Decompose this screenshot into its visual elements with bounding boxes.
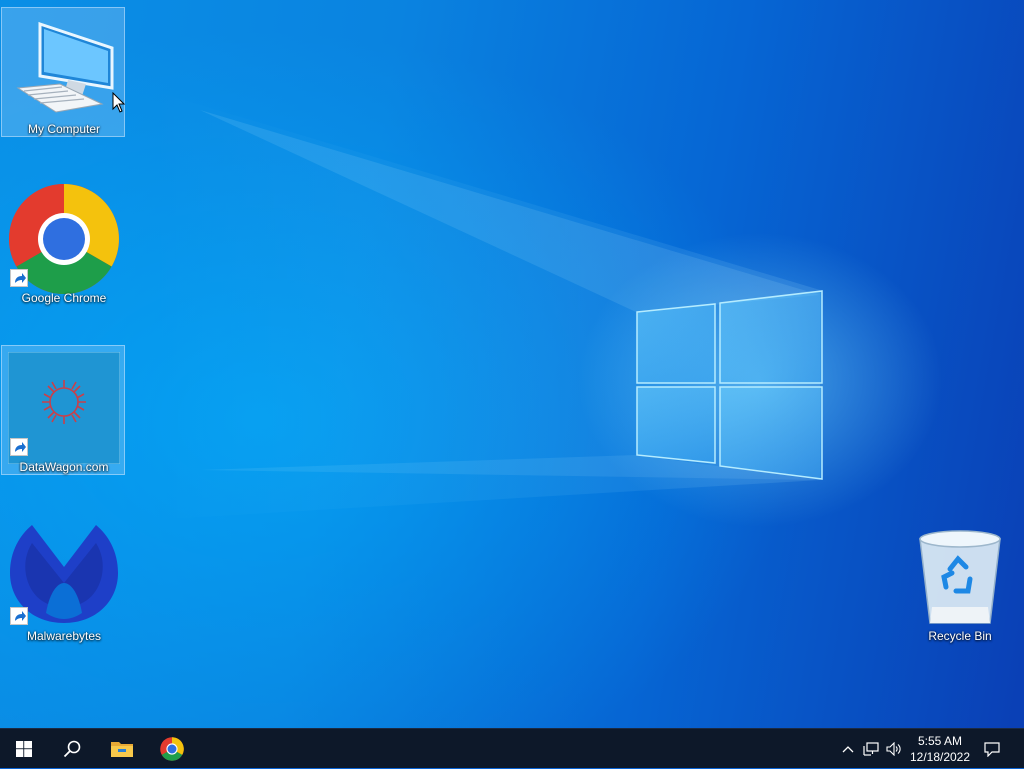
clock-date: 12/18/2022 <box>909 750 971 764</box>
windows-start-icon <box>16 741 32 757</box>
taskbar-clock[interactable]: 5:55 AM 12/18/2022 <box>900 729 980 769</box>
desktop-icon-label: Google Chrome <box>21 291 107 305</box>
taskbar-google-chrome[interactable] <box>148 729 196 769</box>
file-explorer-icon <box>111 742 133 757</box>
desktop-icon-label: Recycle Bin <box>928 629 992 643</box>
desktop-icon-label: DataWagon.com <box>19 460 109 474</box>
chrome-icon <box>160 737 184 761</box>
taskbar-file-explorer[interactable] <box>98 729 146 769</box>
search-icon <box>63 740 81 758</box>
desktop-icon-google-chrome[interactable]: Google Chrome <box>1 176 125 306</box>
wallpaper-windows-logo <box>150 90 823 520</box>
shortcut-arrow-icon <box>10 438 28 456</box>
search-button[interactable] <box>48 729 96 769</box>
notification-icon <box>984 741 1000 757</box>
network-icon <box>863 742 879 756</box>
desktop-icon-my-computer[interactable]: My Computer <box>1 7 125 137</box>
shortcut-arrow-icon <box>10 607 28 625</box>
action-center-button[interactable] <box>970 729 1014 769</box>
desktop-icon-recycle-bin[interactable]: Recycle Bin <box>897 514 1021 644</box>
computer-icon <box>16 21 114 113</box>
desktop[interactable]: My Computer Google Chrome DataWagon.com … <box>0 0 1024 728</box>
start-button[interactable] <box>0 729 48 769</box>
chevron-up-icon <box>842 746 854 753</box>
network-tray-button[interactable] <box>860 729 882 769</box>
desktop-icon-malwarebytes[interactable]: Malwarebytes <box>1 514 125 644</box>
desktop-icon-label: Malwarebytes <box>26 629 102 643</box>
show-hidden-icons-button[interactable] <box>837 729 859 769</box>
taskbar: 5:55 AM 12/18/2022 <box>0 728 1024 768</box>
clock-time: 5:55 AM <box>917 734 963 748</box>
desktop-icon-datawagon[interactable]: DataWagon.com <box>1 345 125 475</box>
shortcut-arrow-icon <box>10 269 28 287</box>
desktop-icon-label: My Computer <box>27 122 101 136</box>
recycle-bin-icon <box>919 530 1001 624</box>
